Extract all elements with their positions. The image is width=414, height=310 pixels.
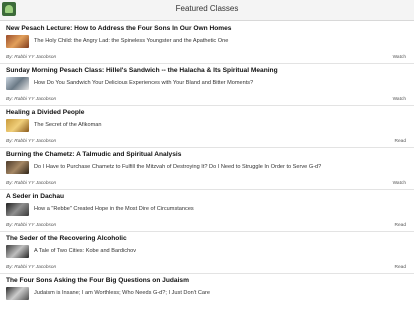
class-subtitle: The Holy Child: the Angry Lad: the Spine…	[34, 38, 229, 44]
watch-link[interactable]: Watch	[393, 181, 406, 186]
class-title[interactable]: Healing a Divided People	[6, 109, 84, 116]
class-thumbnail[interactable]	[6, 161, 29, 174]
list-item[interactable]: Healing a Divided People The Secret of t…	[0, 105, 414, 148]
class-author: By: Rabbi YY Jacobson	[6, 139, 57, 144]
read-link[interactable]: Read	[395, 265, 406, 270]
class-title[interactable]: New Pesach Lecture: How to Address the F…	[6, 25, 231, 32]
watch-link[interactable]: Watch	[393, 55, 406, 60]
class-author: By: Rabbi YY Jacobson	[6, 97, 57, 102]
class-thumbnail[interactable]	[6, 245, 29, 258]
watch-link[interactable]: Watch	[393, 97, 406, 102]
list-item[interactable]: A Seder in Dachau How a "Rebbe" Created …	[0, 189, 414, 232]
class-thumbnail[interactable]	[6, 203, 29, 216]
class-subtitle: How Do You Sandwich Your Delicious Exper…	[34, 80, 254, 86]
class-thumbnail[interactable]	[6, 119, 29, 132]
list-item[interactable]: Burning the Chametz: A Talmudic and Spir…	[0, 147, 414, 190]
class-author: By: Rabbi YY Jacobson	[6, 223, 57, 228]
class-author: By: Rabbi YY Jacobson	[6, 55, 57, 60]
read-link[interactable]: Read	[395, 139, 406, 144]
class-author: By: Rabbi YY Jacobson	[6, 181, 57, 186]
page-title: Featured Classes	[175, 4, 239, 13]
class-title[interactable]: A Seder in Dachau	[6, 193, 64, 200]
class-title[interactable]: Sunday Morning Pesach Class: Hillel's Sa…	[6, 67, 278, 74]
class-subtitle: A Tale of Two Cities: Kobe and Bardichov	[34, 248, 137, 254]
app-header: Featured Classes	[0, 0, 414, 21]
read-link[interactable]: Read	[395, 223, 406, 228]
class-thumbnail[interactable]	[6, 77, 29, 90]
list-item[interactable]: Sunday Morning Pesach Class: Hillel's Sa…	[0, 63, 414, 106]
class-thumbnail[interactable]	[6, 287, 29, 300]
class-title[interactable]: Burning the Chametz: A Talmudic and Spir…	[6, 151, 181, 158]
list-item[interactable]: The Seder of the Recovering Alcoholic A …	[0, 231, 414, 274]
class-thumbnail[interactable]	[6, 35, 29, 48]
class-title[interactable]: The Seder of the Recovering Alcoholic	[6, 235, 127, 242]
class-subtitle: The Secret of the Afikoman	[34, 122, 102, 128]
class-subtitle: Do I Have to Purchase Chametz to Fulfill…	[34, 164, 322, 170]
class-author: By: Rabbi YY Jacobson	[6, 265, 57, 270]
list-item[interactable]: New Pesach Lecture: How to Address the F…	[0, 21, 414, 64]
class-subtitle: How a "Rebbe" Created Hope in the Most D…	[34, 206, 194, 212]
list-item[interactable]: The Four Sons Asking the Four Big Questi…	[0, 273, 414, 310]
class-title[interactable]: The Four Sons Asking the Four Big Questi…	[6, 277, 189, 284]
class-subtitle: Judaism is Insane; I am Worthless; Who N…	[34, 290, 210, 296]
